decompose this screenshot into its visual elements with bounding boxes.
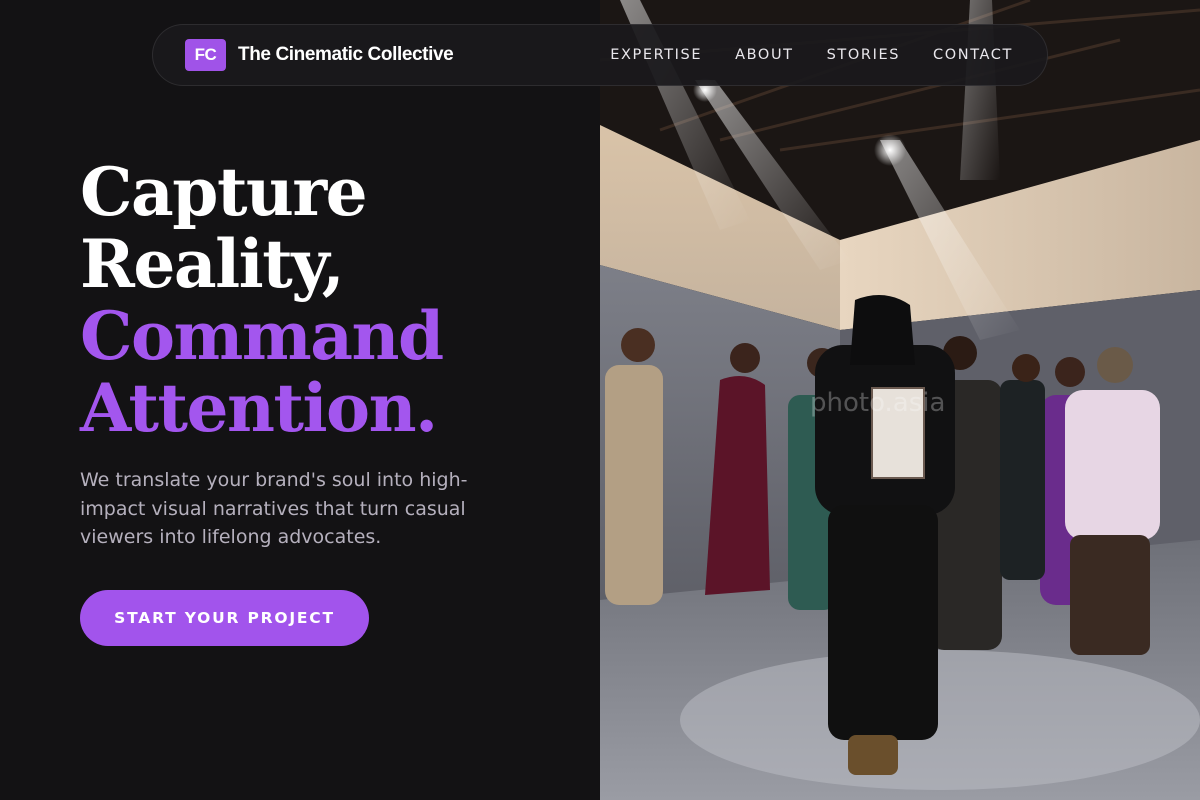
headline-line-3: Command <box>80 297 444 375</box>
nav-links: EXPERTISE ABOUT STORIES CONTACT <box>610 47 1013 63</box>
hero-subheadline: We translate your brand's soul into high… <box>80 469 468 548</box>
headline-line-1: Capture <box>80 153 368 231</box>
photo-watermark: photo.asia <box>810 388 946 418</box>
nav-link-expertise[interactable]: EXPERTISE <box>610 47 702 63</box>
headline-line-2: Reality, <box>80 225 345 303</box>
top-navbar: FC The Cinematic Collective EXPERTISE AB… <box>152 24 1048 86</box>
hero-headline: Capture Reality, Command Attention. <box>80 153 444 447</box>
hero-left-panel: Capture Reality, Command Attention. We t… <box>0 0 600 800</box>
nav-link-about[interactable]: ABOUT <box>735 47 794 63</box>
nav-link-stories[interactable]: STORIES <box>827 47 900 63</box>
headline-line-4: Attention. <box>80 369 438 447</box>
start-project-button[interactable]: START YOUR PROJECT <box>80 590 369 646</box>
nav-link-contact[interactable]: CONTACT <box>933 47 1013 63</box>
brand-home-link[interactable]: FC The Cinematic Collective <box>185 39 454 71</box>
brand-name: The Cinematic Collective <box>238 44 454 65</box>
brand-logo-icon: FC <box>185 39 226 71</box>
hero-photo: photo.asia <box>600 0 1200 800</box>
